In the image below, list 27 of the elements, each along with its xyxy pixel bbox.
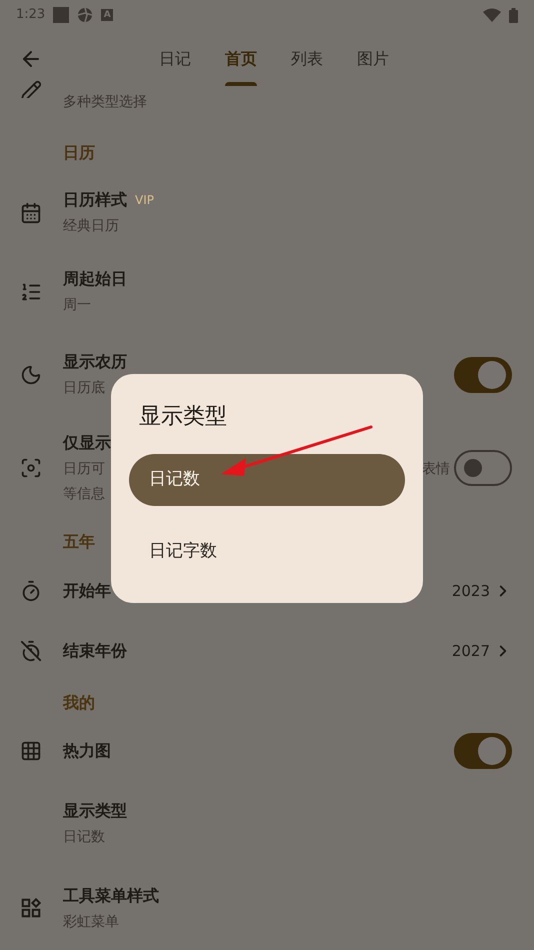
setting-subtitle: 日历底 bbox=[63, 379, 105, 398]
section-header: 五年 bbox=[63, 530, 95, 552]
setting-subtitle: 经典日历 bbox=[63, 217, 119, 236]
setting-title: 显示农历 bbox=[63, 351, 127, 373]
year-value: 2023 bbox=[452, 580, 490, 602]
setting-subtitle: 等信息 bbox=[63, 485, 106, 504]
setting-title: 显示类型 bbox=[63, 800, 127, 822]
setting-title: 开始年 bbox=[63, 580, 111, 602]
setting-title: 工具菜单样式 bbox=[63, 884, 159, 906]
section-header: 我的 bbox=[63, 692, 95, 714]
notification-letter-icon: A bbox=[101, 9, 114, 21]
setting-title: 热力图 bbox=[63, 740, 111, 762]
setting-subtitle: 周一 bbox=[63, 296, 91, 315]
section-header: 日历 bbox=[63, 142, 95, 164]
setting-subtitle: 日历可 bbox=[63, 460, 105, 479]
vip-label: VIP bbox=[135, 192, 154, 209]
dialog-title: 显示类型 bbox=[139, 403, 228, 431]
year-value: 2027 bbox=[452, 640, 490, 662]
setting-subtitle: 彩虹菜单 bbox=[63, 912, 119, 932]
setting-subtitle: 日记数 bbox=[63, 828, 105, 846]
setting-title: 日历样式 bbox=[63, 189, 127, 211]
setting-title: 结束年份 bbox=[63, 640, 127, 662]
setting-title: 仅显示 bbox=[63, 432, 111, 454]
status-time: 1:23 bbox=[16, 6, 46, 24]
setting-subtitle: 多种类型选择 bbox=[63, 93, 147, 112]
setting-title: 周起始日 bbox=[63, 268, 127, 290]
setting-subtitle: 表情 bbox=[422, 460, 450, 479]
